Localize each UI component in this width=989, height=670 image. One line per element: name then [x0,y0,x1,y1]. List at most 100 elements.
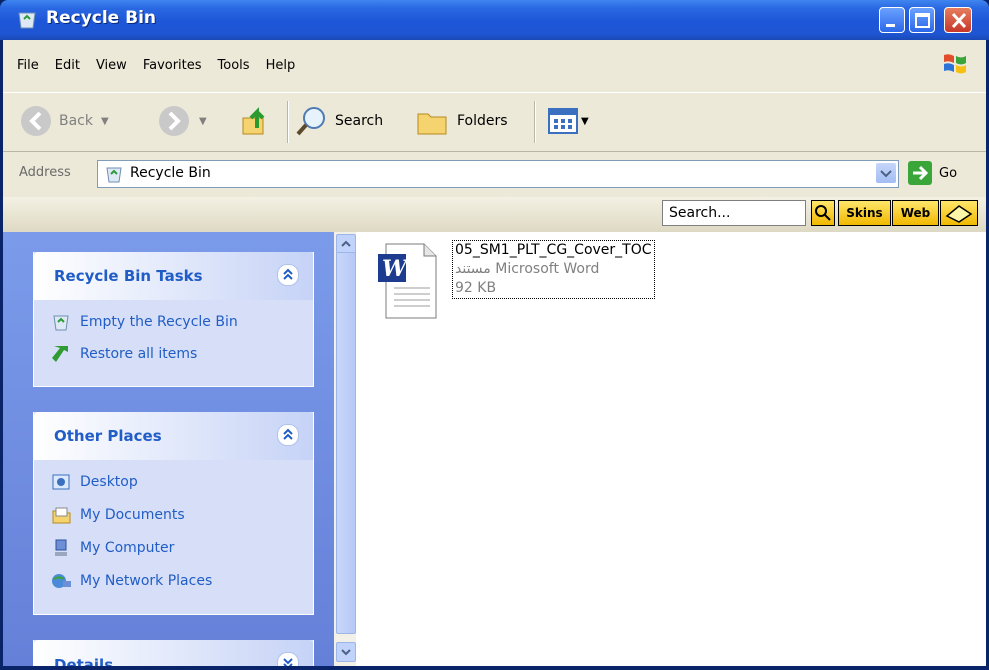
search-label: Search [335,113,384,129]
recycle-bin-tasks-header[interactable]: Recycle Bin Tasks [34,252,313,300]
menu-view[interactable]: View [88,54,135,77]
recycle-bin-icon [53,315,69,331]
network-places-icon [52,574,71,588]
my-network-places-link[interactable]: My Network Places [50,571,212,591]
scroll-down-button[interactable] [336,642,356,662]
go-button[interactable]: Go [907,160,957,186]
search-icon [296,107,325,136]
views-dropdown-icon: ▼ [581,115,589,127]
forward-button[interactable]: ▼ [157,101,207,141]
task-pane-scrollbar[interactable] [334,232,356,666]
close-icon [951,12,967,29]
views-button[interactable]: ▼ [547,101,589,141]
recycle-bin-tasks-panel: Recycle Bin Tasks Empty the Recycle Bin … [33,252,314,387]
desktop-icon [52,474,70,490]
my-computer-link[interactable]: My Computer [50,538,174,558]
desktop-link[interactable]: Desktop [50,472,138,492]
file-meta: 05_SM1_PLT_CG_Cover_TOC مستند Microsoft … [452,240,655,299]
desktop-label: Desktop [80,474,138,490]
file-list: W 05_SM1_PLT_CG_Cover_TOC مستند Microsof… [356,232,986,666]
search-button[interactable]: Search [295,101,383,141]
forward-arrow-icon [159,106,189,136]
forward-dropdown-icon: ▼ [199,115,207,127]
my-documents-link[interactable]: My Documents [50,505,185,525]
empty-recycle-bin-label: Empty the Recycle Bin [80,314,238,330]
maximize-button[interactable] [909,7,935,33]
back-arrow-icon [21,106,51,136]
recycle-bin-tasks-title: Recycle Bin Tasks [54,267,203,285]
collapse-icon[interactable] [277,424,299,446]
folders-icon [417,113,447,135]
address-label: Address [19,165,71,180]
restore-icon [52,346,68,362]
other-places-panel: Other Places Desktop My Documents My Com… [33,412,314,615]
chevron-down-icon [880,170,892,178]
toolbar: Back ▼ ▼ Search Folders ▼ [3,92,986,152]
address-field[interactable]: Recycle Bin [97,160,899,188]
restore-all-items-link[interactable]: Restore all items [50,344,197,364]
maximize-icon [915,13,930,28]
up-folder-button[interactable] [239,101,271,141]
up-folder-icon [242,107,265,135]
menu-tools[interactable]: Tools [210,54,258,77]
scroll-thumb[interactable] [336,252,356,634]
collapse-icon[interactable] [277,264,299,286]
chevron-up-icon [341,240,351,247]
back-button[interactable]: Back ▼ [19,101,109,141]
folders-label: Folders [457,113,508,129]
details-header[interactable]: Details [34,640,313,666]
folders-button[interactable]: Folders [415,101,508,141]
close-button[interactable] [944,7,972,33]
go-label: Go [939,165,958,181]
my-network-places-label: My Network Places [80,573,213,589]
address-bar: Address Recycle Bin Go [3,152,986,198]
my-computer-label: My Computer [80,540,175,556]
word-document-icon: W [378,243,437,319]
skins-button[interactable]: Skins [838,200,891,226]
my-documents-icon [52,507,71,524]
highlighter-icon [945,205,973,223]
file-type: مستند Microsoft Word [455,261,600,277]
toolbar-search-placeholder: Search... [669,205,731,221]
recycle-bin-icon [18,12,36,29]
minimize-icon [886,24,895,27]
go-arrow-icon [908,161,932,185]
file-name: 05_SM1_PLT_CG_Cover_TOC [455,242,652,258]
skin-toolbar: Search... Skins Web [3,197,986,232]
address-value: Recycle Bin [130,165,211,181]
highlight-button[interactable] [940,200,978,226]
file-item[interactable]: W 05_SM1_PLT_CG_Cover_TOC مستند Microsof… [374,240,655,322]
views-icon [548,108,578,134]
window-title: Recycle Bin [46,8,157,28]
my-computer-icon [55,539,67,556]
title-bar[interactable]: Recycle Bin [0,0,989,40]
menu-file[interactable]: File [9,54,47,77]
chevron-down-icon [341,649,351,656]
my-documents-label: My Documents [80,507,185,523]
expand-icon[interactable] [277,652,299,666]
empty-recycle-bin-link[interactable]: Empty the Recycle Bin [50,312,238,332]
file-size: 92 KB [455,280,497,296]
back-dropdown-icon: ▼ [101,115,109,127]
windows-logo-icon [944,54,966,74]
address-dropdown-button[interactable] [876,163,896,183]
other-places-header[interactable]: Other Places [34,412,313,460]
task-pane: Recycle Bin Tasks Empty the Recycle Bin … [3,232,334,666]
toolbar-search-button[interactable] [811,200,835,226]
magnifier-icon [815,205,831,221]
svg-text:W: W [382,256,409,282]
minimize-button[interactable] [879,7,905,33]
web-button[interactable]: Web [892,200,939,226]
window: Recycle Bin File Edit View Favorites Too… [0,0,989,670]
menu-edit[interactable]: Edit [47,54,88,77]
toolbar-search-input[interactable]: Search... [662,200,806,226]
scroll-up-button[interactable] [336,234,356,254]
menu-favorites[interactable]: Favorites [135,54,210,77]
details-panel: Details [33,640,314,666]
restore-all-items-label: Restore all items [80,346,198,362]
details-title: Details [54,656,114,666]
menu-bar: File Edit View Favorites Tools Help [3,40,986,92]
recycle-bin-small-icon [106,167,122,183]
menu-help[interactable]: Help [258,54,304,77]
back-label: Back [59,113,93,129]
